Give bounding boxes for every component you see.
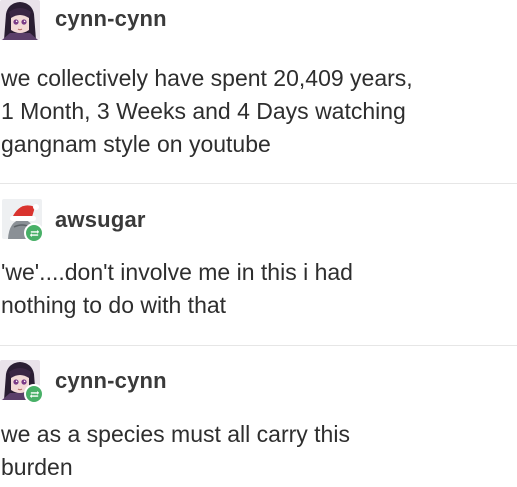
post-divider bbox=[0, 345, 517, 346]
post-body: we as a species must all carry this burd… bbox=[1, 421, 350, 480]
post-header: awsugar bbox=[0, 199, 500, 243]
username[interactable]: cynn-cynn bbox=[55, 368, 167, 394]
post-body: we collectively have spent 20,409 years,… bbox=[1, 65, 413, 157]
post-body: 'we'....don't involve me in this i had n… bbox=[1, 259, 353, 318]
post-header: cynn-cynn bbox=[0, 360, 500, 404]
post-header: cynn-cynn bbox=[0, 0, 500, 40]
post-divider bbox=[0, 183, 517, 184]
reblog-icon bbox=[24, 384, 44, 404]
anime-girl-avatar-icon bbox=[0, 0, 40, 40]
avatar[interactable] bbox=[0, 0, 40, 40]
username[interactable]: awsugar bbox=[55, 207, 146, 233]
reblog-icon bbox=[24, 223, 44, 243]
reblog-thread: cynn-cynn we collectively have spent 20,… bbox=[0, 0, 517, 487]
username[interactable]: cynn-cynn bbox=[55, 6, 167, 32]
